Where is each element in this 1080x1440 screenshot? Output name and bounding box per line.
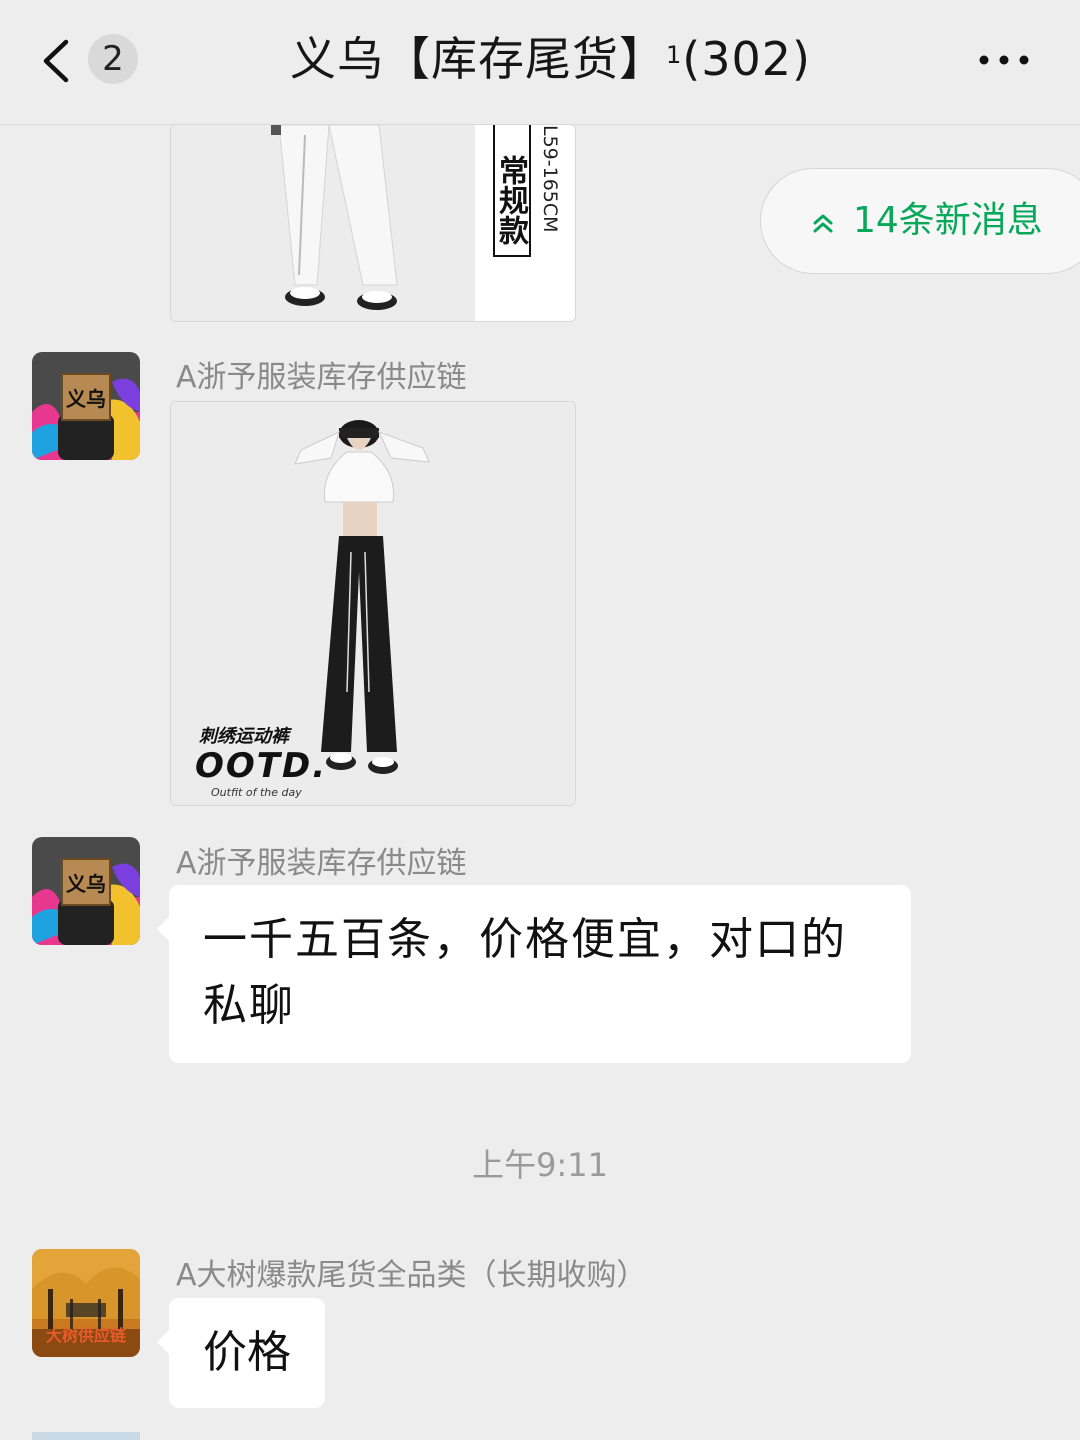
chat-title-text: 义乌【库存尾货】	[290, 32, 666, 86]
style-tag: 常规款	[493, 125, 531, 257]
new-messages-label: 14条新消息	[853, 200, 1043, 241]
sender-name: A浙予服装库存供应链	[176, 360, 467, 395]
image-message-pants-black[interactable]: 刺绣运动裤 OOTD. Outfit of the day	[170, 401, 576, 806]
more-options-icon[interactable]	[976, 48, 1032, 72]
image-caption-cn: 刺绣运动裤	[199, 726, 289, 747]
avatar-caption: 义乌	[66, 387, 106, 411]
white-pants-photo	[171, 125, 475, 321]
sender-name: A大树爆款尾货全品类（长期收购）	[176, 1258, 647, 1293]
new-messages-button[interactable]: 14条新消息	[760, 168, 1080, 274]
image-caption-ootd: OOTD.	[195, 746, 328, 786]
chat-header: 2 义乌【库存尾货】1(302)	[0, 0, 1080, 125]
avatar[interactable]: 义乌	[32, 352, 140, 460]
image-caption-sub: Outfit of the day	[211, 786, 302, 799]
next-avatar-edge	[32, 1432, 140, 1440]
double-chevron-up-icon	[813, 214, 833, 233]
back-arrow-icon[interactable]	[38, 38, 78, 84]
avatar[interactable]: 义乌	[32, 837, 140, 945]
message-bubble[interactable]: 价格	[157, 1298, 325, 1408]
avatar-caption: 大树供应链	[46, 1326, 127, 1345]
avatar-image: 义乌	[32, 352, 140, 460]
chat-title-superscript: 1	[666, 41, 683, 69]
member-count: (302)	[682, 32, 811, 86]
avatar[interactable]: 大树供应链	[32, 1249, 140, 1357]
chat-title: 义乌【库存尾货】1(302)	[290, 28, 811, 90]
image-tag-panel: 常规款 L59-165CM	[475, 125, 575, 321]
message-bubble[interactable]: 一千五百条，价格便宜，对口的私聊	[157, 885, 911, 1063]
avatar-image: 大树供应链	[32, 1249, 140, 1357]
timestamp: 上午9:11	[472, 1146, 608, 1184]
avatar-image: 义乌	[32, 837, 140, 945]
image-message-pants-white[interactable]: 常规款 L59-165CM	[170, 124, 576, 322]
unread-count-badge[interactable]: 2	[88, 34, 138, 84]
avatar-caption: 义乌	[66, 872, 106, 896]
sender-name: A浙予服装库存供应链	[176, 846, 467, 881]
size-label: L59-165CM	[539, 125, 561, 233]
